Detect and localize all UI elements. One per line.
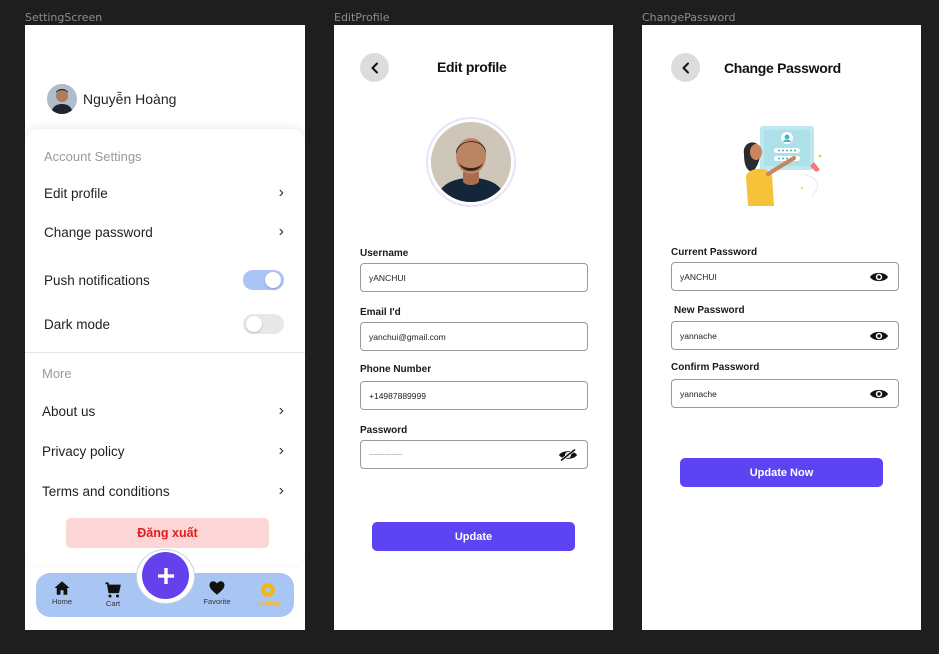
nav-cart[interactable]: Cart [93,581,133,608]
chevron-right-icon: › [278,442,284,459]
new-password-value: yannache [680,330,717,341]
page-title: Edit profile [437,59,507,75]
update-now-button[interactable]: Update Now [680,458,883,487]
edit-profile-screen: Edit profile Username yANCHUI Email I'd … [334,25,613,630]
chevron-left-icon [682,62,689,73]
frame-label-edit-profile: EditProfile [334,11,390,24]
change-password-item[interactable]: Change password › [44,221,284,243]
cart-icon [105,582,121,598]
page-title: Change Password [724,60,841,76]
current-password-label: Current Password [671,247,758,258]
nav-setting-label: Setting [256,599,280,608]
new-password-field[interactable]: yannache [671,321,899,350]
confirm-password-field[interactable]: yannache [671,379,899,408]
nav-cart-label: Cart [105,599,121,608]
push-notifications-label: Push notifications [44,272,150,288]
chevron-right-icon: › [278,184,284,201]
password-illustration [743,126,822,206]
heart-icon [209,581,225,595]
email-field[interactable]: yanchui@gmail.com [360,322,588,351]
profile-photo[interactable] [426,117,516,207]
current-password-value: yANCHUI [680,271,717,282]
confirm-password-label: Confirm Password [671,362,760,373]
dark-mode-label: Dark mode [44,316,111,332]
avatar [47,84,77,114]
user-name: Nguyễn Hoàng [83,91,177,107]
dark-mode-row: Dark mode [44,313,284,335]
new-password-label: New Password [674,305,745,316]
eye-icon[interactable] [869,329,889,343]
username-label: Username [360,248,409,259]
edit-profile-item[interactable]: Edit profile › [44,182,284,204]
eye-slash-icon[interactable] [558,447,578,462]
chevron-right-icon: › [278,223,284,240]
nav-setting[interactable]: Setting [248,581,288,608]
setting-screen: Nguyễn Hoàng Account Settings Edit profi… [25,25,305,630]
confirm-password-value: yannache [680,388,717,399]
nav-favorite-label: Favorite [203,597,231,606]
more-heading: More [42,366,72,381]
change-password-label: Change password [44,224,153,240]
privacy-policy-item[interactable]: Privacy policy › [42,440,284,462]
username-value: yANCHUI [369,272,406,283]
back-button[interactable] [360,53,389,82]
update-button[interactable]: Update [372,522,575,551]
avatar [431,122,511,202]
current-password-field[interactable]: yANCHUI [671,262,899,291]
eye-icon[interactable] [869,270,889,284]
username-field[interactable]: yANCHUI [360,263,588,292]
home-icon [54,581,70,595]
plus-icon [157,567,174,584]
nav-home-label: Home [51,597,72,606]
password-field[interactable]: ······················ [360,440,588,469]
about-us-item[interactable]: About us › [42,400,284,422]
eye-icon[interactable] [869,387,889,401]
nav-favorite[interactable]: Favorite [197,579,237,606]
email-value: yanchui@gmail.com [369,331,446,342]
push-notifications-row: Push notifications [44,269,284,291]
terms-item[interactable]: Terms and conditions › [42,480,284,502]
back-button[interactable] [671,53,700,82]
phone-field[interactable]: +14987889999 [360,381,588,410]
privacy-policy-label: Privacy policy [42,443,125,459]
change-password-screen: Change Password Current Password yANCHUI… [642,25,921,630]
account-settings-heading: Account Settings [44,149,142,164]
dark-mode-toggle[interactable] [243,314,284,334]
chevron-right-icon: › [278,482,284,499]
chevron-right-icon: › [278,402,284,419]
nav-home[interactable]: Home [42,579,82,606]
email-label: Email I'd [360,307,401,318]
frame-label-setting: SettingScreen [25,11,103,24]
profile-row[interactable]: Nguyễn Hoàng [47,84,176,114]
add-button[interactable] [142,552,189,599]
phone-value: +14987889999 [369,390,426,401]
gear-icon [260,582,276,598]
phone-label: Phone Number [360,364,432,375]
logout-button[interactable]: Đăng xuất [66,518,269,548]
password-value: ······················ [369,451,402,458]
terms-label: Terms and conditions [42,483,170,499]
edit-profile-label: Edit profile [44,185,108,201]
divider [25,352,305,353]
about-us-label: About us [42,403,96,419]
push-notifications-toggle[interactable] [243,270,284,290]
password-label: Password [360,425,408,436]
frame-label-change-password: ChangePassword [642,11,736,24]
settings-card: Account Settings Edit profile › Change p… [25,129,305,565]
chevron-left-icon [371,62,378,73]
